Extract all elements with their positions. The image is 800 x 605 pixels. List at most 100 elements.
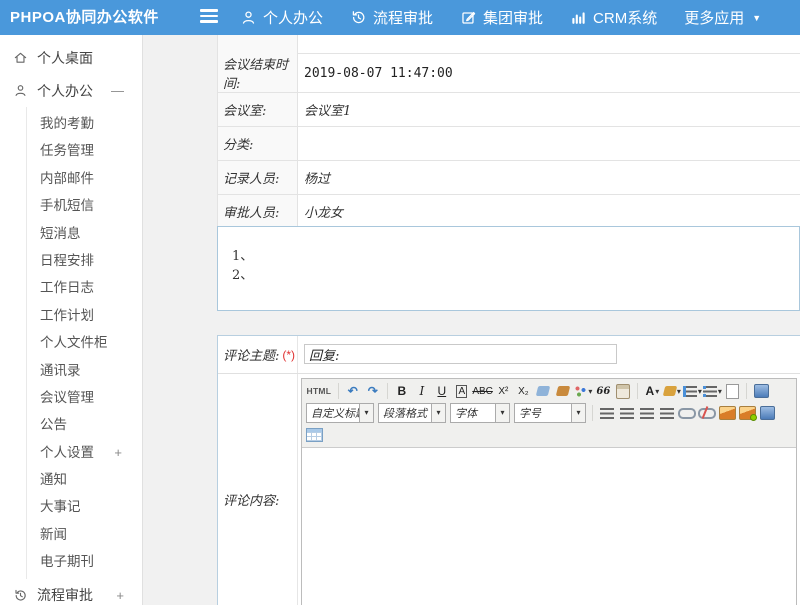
sidebar-item-e-journal[interactable]: 电子期刊 [27,548,142,575]
nav-label: 流程审批 [373,7,433,28]
nav-group-approval[interactable]: 集团审批 [460,7,543,28]
sidebar-item-label: 电子期刊 [40,554,94,569]
sidebar-item-schedule[interactable]: 日程安排 [27,247,142,274]
font-color-icon[interactable]: A▾ [643,381,662,401]
chevron-down-icon: ▾ [718,387,722,396]
italic-icon[interactable]: I [412,381,431,401]
highlight-color-icon[interactable]: ▾ [663,381,682,401]
align-center-icon[interactable] [618,403,637,423]
link-icon[interactable] [678,403,697,423]
align-left-icon[interactable] [598,403,617,423]
app-logo[interactable]: PHPOA协同办公软件 [10,0,159,35]
chevron-down-icon: ▾ [588,387,592,396]
image-icon[interactable] [718,403,737,423]
sidebar-item-label: 大事记 [40,499,81,514]
paste-text-icon[interactable] [614,381,633,401]
toolbar-separator [746,383,747,399]
nav-workflow-approval[interactable]: 流程审批 [350,7,433,28]
sidebar-item-personal-office[interactable]: 个人办公— [0,74,142,107]
nav-label: 集团审批 [483,7,543,28]
insert-file-icon[interactable] [738,403,757,423]
special-symbol-icon[interactable]: ▾ [574,381,593,401]
underline-icon[interactable]: U [432,381,451,401]
format-painter-icon[interactable] [554,381,573,401]
comment-subject-label: 评论主题: [223,345,279,364]
chevron-down-icon: ▾ [655,387,659,396]
font-style-icon[interactable]: A [452,381,471,401]
comment-content-label-cell: 评论内容: [218,374,298,605]
table-icon[interactable] [305,425,324,445]
heading-select[interactable]: 自定义标题▾ [306,403,374,423]
sidebar-item-personal-settings[interactable]: 个人设置 + [27,439,142,466]
sidebar-item-mobile-sms[interactable]: 手机短信 [27,192,142,219]
font-size-select[interactable]: 字号▾ [514,403,586,423]
remove-format-icon [536,386,550,396]
sidebar-item-label: 个人设置 [40,445,94,460]
meeting-content-line: 2、 [232,266,799,285]
blockquote-icon[interactable]: 66 [594,381,613,401]
sidebar-item-announcement[interactable]: 公告 [27,411,142,438]
font-family-select[interactable]: 字体▾ [450,403,510,423]
row-value: 2019-08-07 11:47:00 [304,66,453,81]
sidebar-item-task-management[interactable]: 任务管理 [27,137,142,164]
sidebar-item-label: 手机短信 [40,198,94,213]
history-icon [13,588,28,603]
justify-icon[interactable] [658,403,677,423]
link-icon [678,408,696,419]
subscript-icon[interactable]: X₂ [514,381,533,401]
sidebar-item-short-message[interactable]: 短消息 [27,220,142,247]
ordered-list-icon[interactable]: ▾ [683,381,702,401]
remove-format-icon[interactable] [534,381,553,401]
media-icon[interactable] [758,403,777,423]
sidebar-item-internal-mail[interactable]: 内部邮件 [27,165,142,192]
strikethrough-icon[interactable]: ABC [472,381,493,401]
meeting-content-line: 1、 [232,247,799,266]
sidebar-item-meeting-management[interactable]: 会议管理 [27,384,142,411]
sidebar-item-personal-desktop[interactable]: 个人桌面 [0,41,142,74]
glyph: A [456,385,467,398]
paragraph-format-select[interactable]: 段落格式▾ [378,403,446,423]
ordered-list-icon [683,386,697,397]
sidebar-item-work-log[interactable]: 工作日志 [27,274,142,301]
expand-toggle-icon[interactable]: — [111,83,142,98]
bold-icon[interactable]: B [392,381,411,401]
sidebar-item-news[interactable]: 新闻 [27,521,142,548]
superscript-icon[interactable]: X² [494,381,513,401]
comment-subject-input[interactable] [304,344,617,364]
source-button[interactable]: HTML [305,381,334,401]
unlink-icon[interactable] [698,403,717,423]
row-label-cell: 会议室: [218,93,298,126]
sidebar-item-workflow-approval[interactable]: 流程审批 + [0,579,142,605]
sidebar-item-memorabilia[interactable]: 大事记 [27,493,142,520]
sidebar-item-contacts[interactable]: 通讯录 [27,357,142,384]
unordered-list-icon[interactable]: ▾ [703,381,722,401]
sidebar-item-personal-file-cabinet[interactable]: 个人文件柜 [27,329,142,356]
sidebar-item-label: 流程审批 [37,585,93,605]
sidebar-item-label: 任务管理 [40,143,94,158]
sidebar-item-notice[interactable]: 通知 [27,466,142,493]
row-value-cell [298,35,800,53]
expand-toggle-icon[interactable]: + [116,588,142,603]
table-icon [306,428,323,442]
nav-crm-system[interactable]: CRM系统 [570,7,657,28]
fullscreen-icon[interactable] [752,381,771,401]
nav-more-apps[interactable]: 更多应用▼ [684,7,761,28]
align-right-icon[interactable] [638,403,657,423]
hamburger-icon[interactable] [200,9,218,25]
new-page-icon[interactable] [723,381,742,401]
expand-toggle-icon[interactable]: + [114,439,142,466]
row-value-cell: 2019-08-07 11:47:00 [298,54,800,92]
undo-icon[interactable]: ↶ [343,381,362,401]
paste-text-icon [616,384,630,399]
nav-personal-office[interactable]: 个人办公 [240,7,323,28]
sidebar-item-label: 个人文件柜 [40,335,108,350]
table-row-meeting-room: 会议室:会议室1 [218,93,800,127]
chevron-down-icon: ▾ [431,404,445,422]
sidebar-item-work-plan[interactable]: 工作计划 [27,302,142,329]
sidebar-item-my-attendance[interactable]: 我的考勤 [27,110,142,137]
meeting-detail-table: 会议结束时间:2019-08-07 11:47:00会议室:会议室1分类:记录人… [217,35,800,229]
editor-body[interactable] [302,448,796,605]
redo-icon[interactable]: ↷ [363,381,382,401]
row-label: 记录人员: [223,168,279,187]
chevron-down-icon: ▾ [698,387,702,396]
